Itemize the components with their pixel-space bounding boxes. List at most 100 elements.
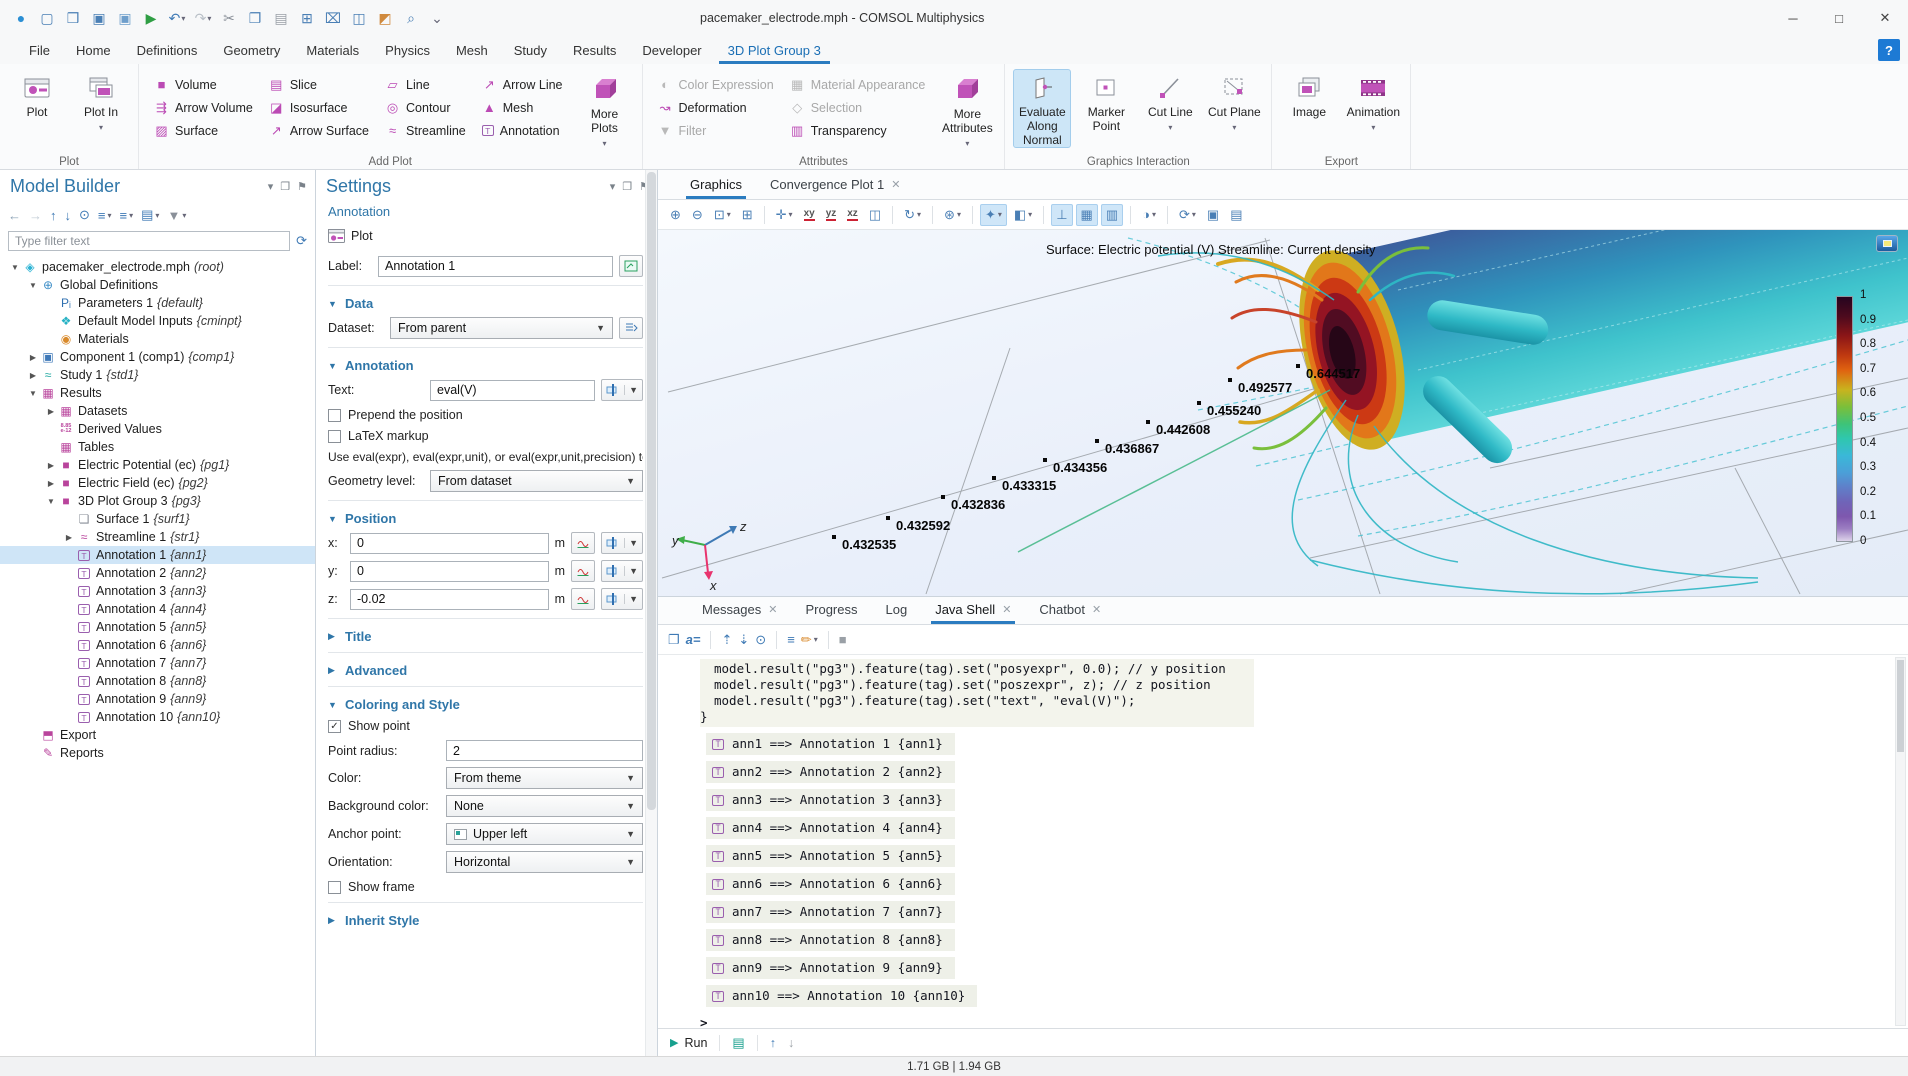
geometry-level-select[interactable]: From dataset▼ <box>430 470 643 492</box>
panel-pin-icon[interactable]: ⚑ <box>297 180 307 193</box>
show-color-legend-icon[interactable]: ▥ <box>1101 204 1123 226</box>
more-attributes-button[interactable]: More Attributes▾ <box>938 69 996 149</box>
stop-icon[interactable]: ■ <box>839 632 847 647</box>
annotation-button[interactable]: TAnnotation <box>475 124 570 138</box>
save-as-icon[interactable]: ▣ <box>114 6 136 30</box>
graphics-tab-convergence-plot-1[interactable]: Convergence Plot 1✕ <box>758 177 912 199</box>
cut-line-button[interactable]: Cut Line▾ <box>1141 69 1199 147</box>
annotation-label-input[interactable] <box>378 256 613 277</box>
open-icon[interactable]: ❒ <box>62 6 84 30</box>
forward-icon[interactable]: → <box>29 208 42 223</box>
refresh-icon[interactable]: ⟳ <box>296 233 307 249</box>
close-icon[interactable]: ✕ <box>768 603 777 616</box>
java-shell-output[interactable]: model.result("pg3").feature(tag).set("po… <box>658 655 1894 1028</box>
perspective-icon[interactable]: ◫ <box>865 205 885 225</box>
close-icon[interactable]: ✕ <box>891 178 900 191</box>
show-triad-icon[interactable]: ⊥ <box>1051 204 1072 226</box>
tree-item-materials[interactable]: ◉Materials <box>0 330 315 348</box>
print-icon[interactable]: ▤ <box>1226 205 1246 225</box>
preview-icon[interactable]: ⊙ <box>755 632 766 648</box>
tree-item-default-model-inputs[interactable]: ❖Default Model Inputs{cminpt} <box>0 312 315 330</box>
expand-all-icon[interactable]: ≡▾ <box>120 208 134 223</box>
cut-plane-button[interactable]: Cut Plane▾ <box>1205 69 1263 147</box>
copy-icon[interactable]: ❐ <box>244 6 266 30</box>
tree-item-annotation-4[interactable]: TAnnotation 4{ann4} <box>0 600 315 618</box>
tree-item-results[interactable]: ▼▦Results <box>0 384 315 402</box>
tree-item-export[interactable]: ⬒Export <box>0 726 315 744</box>
view-xy-icon[interactable]: xy <box>800 207 819 223</box>
settings-scrollbar[interactable] <box>645 170 657 1056</box>
view-yz-icon[interactable]: yz <box>822 207 841 223</box>
tree-item-electric-field-ec-[interactable]: ▶■Electric Field (ec){pg2} <box>0 474 315 492</box>
section-title[interactable]: ▶ Title <box>328 629 643 644</box>
color-palette-icon[interactable]: ◑▾ <box>1138 205 1160 224</box>
delete-icon[interactable]: ⌧ <box>322 6 344 30</box>
show-point-checkbox[interactable]: ✓ Show point <box>328 719 643 733</box>
plot-button[interactable]: Plot <box>8 69 66 147</box>
filter-icon[interactable]: ▼▾ <box>167 208 186 223</box>
minimize-button[interactable]: ─ <box>1770 0 1816 36</box>
clear-console-icon[interactable]: ✏▾ <box>801 632 818 648</box>
background-color-select[interactable]: None▼ <box>446 795 643 817</box>
history-down-icon[interactable]: ↓ <box>788 1036 794 1050</box>
node-text-icon[interactable]: ▤▾ <box>141 207 159 223</box>
maximize-button[interactable]: □ <box>1816 0 1862 36</box>
contour-button[interactable]: ◎Contour <box>378 100 473 116</box>
ribbon-tab-geometry[interactable]: Geometry <box>210 36 293 64</box>
expander-closed-icon[interactable]: ▶ <box>26 353 40 362</box>
panel-menu-icon[interactable]: ▾ <box>610 180 616 193</box>
tree-item-study-1[interactable]: ▶≈Study 1{std1} <box>0 366 315 384</box>
redo-icon[interactable]: ↷▾ <box>192 6 214 30</box>
close-icon[interactable]: ✕ <box>1092 603 1101 616</box>
tree-item-component-1-comp1-[interactable]: ▶▣Component 1 (comp1){comp1} <box>0 348 315 366</box>
tree-item-annotation-8[interactable]: TAnnotation 8{ann8} <box>0 672 315 690</box>
update-plot-icon[interactable]: ⟳▾ <box>1175 205 1200 225</box>
section-advanced[interactable]: ▶ Advanced <box>328 663 643 678</box>
section-annotation[interactable]: ▼ Annotation <box>328 358 643 373</box>
ribbon-tab-file[interactable]: File <box>16 36 63 64</box>
tree-item-pacemaker-electrode-mph[interactable]: ▼◈pacemaker_electrode.mph(root) <box>0 258 315 276</box>
tree-item-annotation-7[interactable]: TAnnotation 7{ann7} <box>0 654 315 672</box>
history-up-icon[interactable]: ↑ <box>770 1036 776 1050</box>
animation-button[interactable]: Animation▾ <box>1344 69 1402 147</box>
expander-closed-icon[interactable]: ▶ <box>44 461 58 470</box>
help-button[interactable]: ? <box>1878 39 1900 61</box>
run-button[interactable]: ▶ Run <box>670 1036 707 1050</box>
prepend-position-checkbox[interactable]: Prepend the position <box>328 408 643 422</box>
view-xz-icon[interactable]: xz <box>843 207 862 223</box>
volume-button[interactable]: ■Volume <box>147 77 260 92</box>
y-input[interactable] <box>350 561 549 582</box>
latex-markup-checkbox[interactable]: LaTeX markup <box>328 429 643 443</box>
point-radius-input[interactable] <box>446 740 643 761</box>
console-tab-log[interactable]: Log <box>874 602 920 624</box>
expander-open-icon[interactable]: ▼ <box>26 389 40 398</box>
find-icon[interactable]: ⌕ <box>400 6 422 30</box>
scene-light-icon[interactable]: ✦▾ <box>980 204 1007 226</box>
show-frame-checkbox[interactable]: Show frame <box>328 880 643 894</box>
section-position[interactable]: ▼ Position <box>328 511 643 526</box>
snapshot-icon[interactable]: ▣ <box>1203 205 1223 225</box>
ribbon-tab-home[interactable]: Home <box>63 36 124 64</box>
save-icon[interactable]: ▣ <box>88 6 110 30</box>
ribbon-tab-results[interactable]: Results <box>560 36 629 64</box>
tree-item-annotation-5[interactable]: TAnnotation 5{ann5} <box>0 618 315 636</box>
expand-up-icon[interactable]: ⇡ <box>721 632 732 648</box>
tree-item-surface-1[interactable]: ❏Surface 1{surf1} <box>0 510 315 528</box>
expander-open-icon[interactable]: ▼ <box>8 263 22 272</box>
expander-closed-icon[interactable]: ▶ <box>44 479 58 488</box>
tree-item-global-definitions[interactable]: ▼⊕Global Definitions <box>0 276 315 294</box>
image-button[interactable]: Image <box>1280 69 1338 147</box>
tree-item-derived-values[interactable]: 8.85e-12Derived Values <box>0 420 315 438</box>
expander-open-icon[interactable]: ▼ <box>44 497 58 506</box>
ribbon-tab-developer[interactable]: Developer <box>629 36 714 64</box>
ribbon-tab-study[interactable]: Study <box>501 36 560 64</box>
expander-closed-icon[interactable]: ▶ <box>26 371 40 380</box>
show-icon[interactable]: ⊙ <box>79 207 90 223</box>
expander-open-icon[interactable]: ▼ <box>26 281 40 290</box>
scene-icon[interactable]: ⊛▾ <box>940 205 965 225</box>
console-tab-messages[interactable]: Messages✕ <box>690 602 789 624</box>
expander-closed-icon[interactable]: ▶ <box>62 533 76 542</box>
tree-item-annotation-6[interactable]: TAnnotation 6{ann6} <box>0 636 315 654</box>
collapse-all-icon[interactable]: ≡▾ <box>98 208 112 223</box>
color-select[interactable]: From theme▼ <box>446 767 643 789</box>
